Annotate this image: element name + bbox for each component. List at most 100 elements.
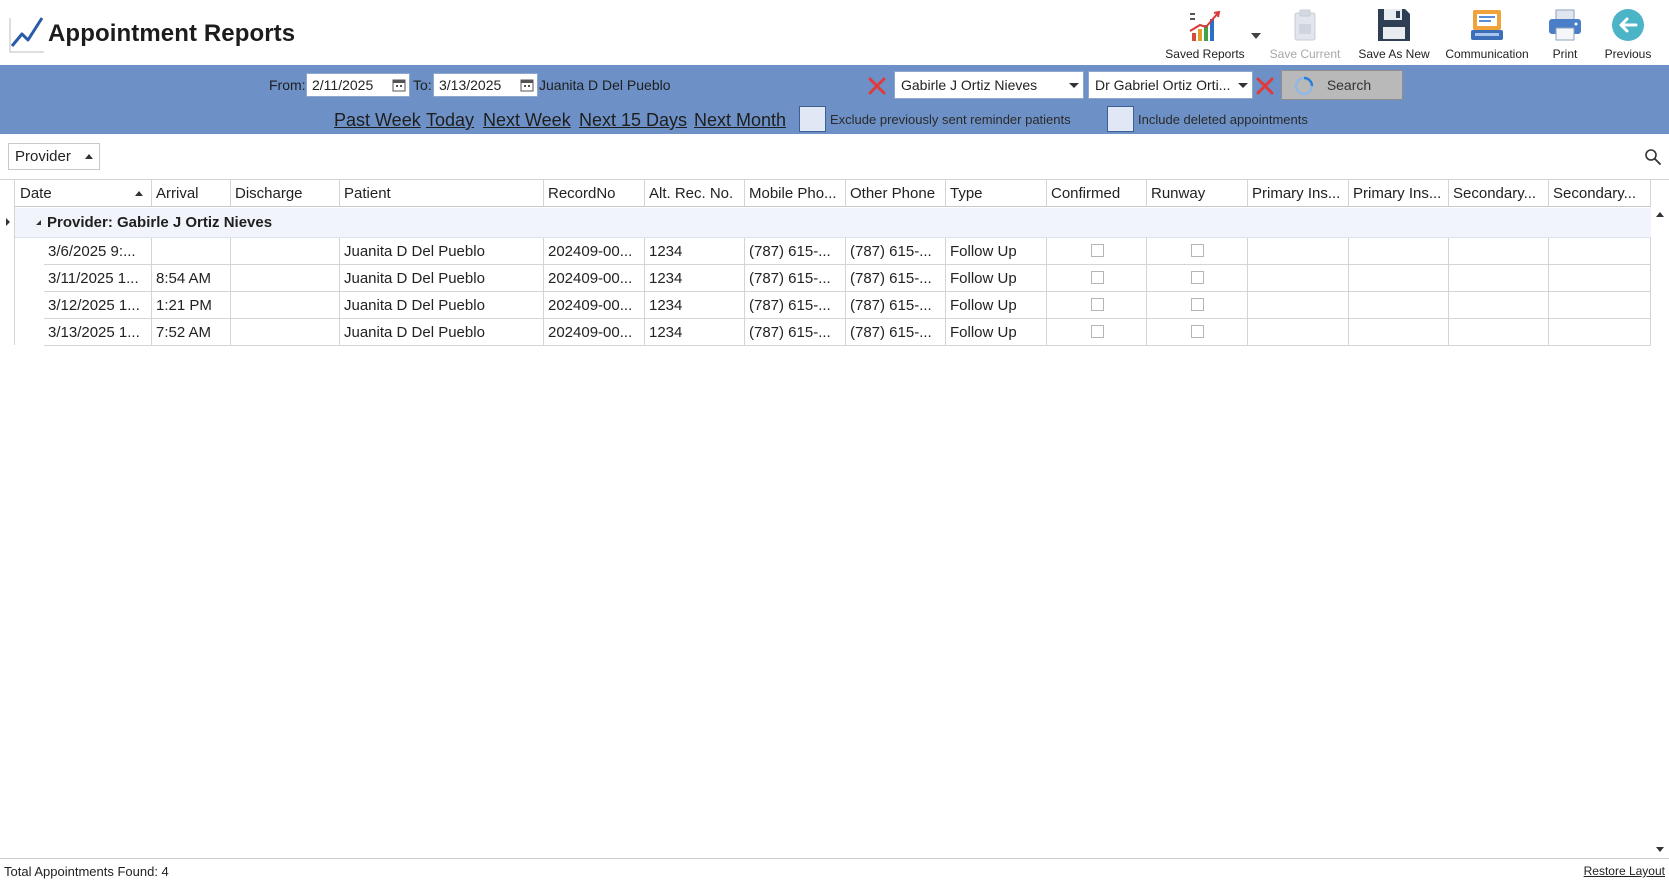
cell-insurance[interactable] bbox=[1349, 265, 1449, 292]
column-header-12[interactable]: Primary Ins... bbox=[1349, 180, 1449, 207]
exclude-reminder-checkbox[interactable] bbox=[799, 106, 826, 132]
next-15-days-link[interactable]: Next 15 Days bbox=[579, 110, 687, 131]
cell-patient[interactable]: Juanita D Del Pueblo bbox=[340, 238, 544, 265]
cell-confirmed[interactable] bbox=[1047, 265, 1147, 292]
cell-patient[interactable]: Juanita D Del Pueblo bbox=[340, 292, 544, 319]
cell-discharge[interactable] bbox=[231, 265, 340, 292]
doctor-combo[interactable]: Dr Gabriel Ortiz Orti... bbox=[1088, 71, 1253, 99]
cell-insurance[interactable] bbox=[1248, 265, 1349, 292]
cell-other[interactable]: (787) 615-... bbox=[846, 238, 946, 265]
cell-other[interactable]: (787) 615-... bbox=[846, 265, 946, 292]
provider-combo[interactable]: Gabirle J Ortiz Nieves bbox=[894, 71, 1084, 99]
cell-insurance[interactable] bbox=[1449, 238, 1549, 265]
runway-checkbox[interactable] bbox=[1191, 298, 1204, 311]
cell-date[interactable]: 3/11/2025 1... bbox=[44, 265, 152, 292]
confirmed-checkbox[interactable] bbox=[1091, 244, 1104, 257]
column-header-1[interactable]: Arrival bbox=[152, 180, 231, 207]
cell-arrival[interactable]: 1:21 PM bbox=[152, 292, 231, 319]
cell-discharge[interactable] bbox=[231, 319, 340, 346]
column-header-14[interactable]: Secondary... bbox=[1549, 180, 1651, 207]
cell-mobile[interactable]: (787) 615-... bbox=[745, 238, 846, 265]
cell-insurance[interactable] bbox=[1248, 238, 1349, 265]
column-header-0[interactable]: Date bbox=[15, 180, 152, 207]
cell-arrival[interactable]: 7:52 AM bbox=[152, 319, 231, 346]
save-as-new-button[interactable]: Save As New bbox=[1347, 6, 1441, 62]
column-header-6[interactable]: Mobile Pho... bbox=[745, 180, 846, 207]
runway-checkbox[interactable] bbox=[1191, 325, 1204, 338]
cell-runway[interactable] bbox=[1147, 319, 1248, 346]
column-header-4[interactable]: RecordNo bbox=[544, 180, 645, 207]
cell-alt[interactable]: 1234 bbox=[645, 319, 745, 346]
column-header-3[interactable]: Patient bbox=[340, 180, 544, 207]
cell-date[interactable]: 3/13/2025 1... bbox=[44, 319, 152, 346]
cell-insurance[interactable] bbox=[1349, 238, 1449, 265]
column-header-2[interactable]: Discharge bbox=[231, 180, 340, 207]
cell-type[interactable]: Follow Up bbox=[946, 265, 1047, 292]
cell-other[interactable]: (787) 615-... bbox=[846, 319, 946, 346]
next-week-link[interactable]: Next Week bbox=[483, 110, 571, 131]
cell-record[interactable]: 202409-00... bbox=[544, 319, 645, 346]
clear-doctor-icon[interactable] bbox=[1255, 76, 1275, 96]
column-header-13[interactable]: Secondary... bbox=[1449, 180, 1549, 207]
column-header-8[interactable]: Type bbox=[946, 180, 1047, 207]
cell-date[interactable]: 3/12/2025 1... bbox=[44, 292, 152, 319]
today-link[interactable]: Today bbox=[426, 110, 474, 131]
column-header-5[interactable]: Alt. Rec. No. bbox=[645, 180, 745, 207]
cell-insurance[interactable] bbox=[1248, 319, 1349, 346]
cell-record[interactable]: 202409-00... bbox=[544, 265, 645, 292]
group-by-provider[interactable]: Provider bbox=[8, 143, 100, 170]
restore-layout-link[interactable]: Restore Layout bbox=[1584, 864, 1665, 878]
search-icon[interactable] bbox=[1644, 148, 1662, 166]
cell-insurance[interactable] bbox=[1449, 319, 1549, 346]
cell-arrival[interactable] bbox=[152, 238, 231, 265]
runway-checkbox[interactable] bbox=[1191, 271, 1204, 284]
cell-runway[interactable] bbox=[1147, 265, 1248, 292]
confirmed-checkbox[interactable] bbox=[1091, 298, 1104, 311]
vertical-scrollbar[interactable] bbox=[1651, 208, 1669, 856]
cell-alt[interactable]: 1234 bbox=[645, 265, 745, 292]
cell-confirmed[interactable] bbox=[1047, 238, 1147, 265]
saved-reports-button[interactable]: Saved Reports bbox=[1158, 6, 1252, 62]
cell-mobile[interactable]: (787) 615-... bbox=[745, 319, 846, 346]
confirmed-checkbox[interactable] bbox=[1091, 325, 1104, 338]
cell-insurance[interactable] bbox=[1248, 292, 1349, 319]
runway-checkbox[interactable] bbox=[1191, 244, 1204, 257]
cell-runway[interactable] bbox=[1147, 292, 1248, 319]
cell-type[interactable]: Follow Up bbox=[946, 319, 1047, 346]
to-date-input[interactable]: 3/13/2025 bbox=[433, 73, 538, 97]
cell-alt[interactable]: 1234 bbox=[645, 238, 745, 265]
cell-discharge[interactable] bbox=[231, 292, 340, 319]
cell-insurance[interactable] bbox=[1549, 238, 1651, 265]
cell-confirmed[interactable] bbox=[1047, 319, 1147, 346]
cell-other[interactable]: (787) 615-... bbox=[846, 292, 946, 319]
column-header-7[interactable]: Other Phone bbox=[846, 180, 946, 207]
column-header-11[interactable]: Primary Ins... bbox=[1248, 180, 1349, 207]
cell-record[interactable]: 202409-00... bbox=[544, 292, 645, 319]
cell-insurance[interactable] bbox=[1349, 292, 1449, 319]
include-deleted-checkbox[interactable] bbox=[1107, 106, 1134, 132]
past-week-link[interactable]: Past Week bbox=[334, 110, 421, 131]
cell-insurance[interactable] bbox=[1449, 292, 1549, 319]
search-button[interactable]: Search bbox=[1281, 70, 1403, 100]
from-date-input[interactable]: 2/11/2025 bbox=[306, 73, 410, 97]
calendar-icon[interactable] bbox=[520, 78, 534, 92]
cell-type[interactable]: Follow Up bbox=[946, 238, 1047, 265]
cell-runway[interactable] bbox=[1147, 238, 1248, 265]
cell-type[interactable]: Follow Up bbox=[946, 292, 1047, 319]
cell-mobile[interactable]: (787) 615-... bbox=[745, 265, 846, 292]
calendar-icon[interactable] bbox=[392, 78, 406, 92]
cell-insurance[interactable] bbox=[1449, 265, 1549, 292]
cell-insurance[interactable] bbox=[1549, 292, 1651, 319]
save-current-button[interactable]: Save Current bbox=[1258, 6, 1352, 62]
collapse-triangle-icon[interactable] bbox=[36, 220, 41, 225]
column-header-9[interactable]: Confirmed bbox=[1047, 180, 1147, 207]
cell-insurance[interactable] bbox=[1549, 319, 1651, 346]
cell-patient[interactable]: Juanita D Del Pueblo bbox=[340, 265, 544, 292]
previous-button[interactable]: Previous bbox=[1586, 6, 1669, 62]
confirmed-checkbox[interactable] bbox=[1091, 271, 1104, 284]
cell-mobile[interactable]: (787) 615-... bbox=[745, 292, 846, 319]
cell-insurance[interactable] bbox=[1549, 265, 1651, 292]
group-row-provider[interactable]: Provider: Gabirle J Ortiz Nieves bbox=[15, 208, 1651, 238]
cell-record[interactable]: 202409-00... bbox=[544, 238, 645, 265]
column-header-10[interactable]: Runway bbox=[1147, 180, 1248, 207]
